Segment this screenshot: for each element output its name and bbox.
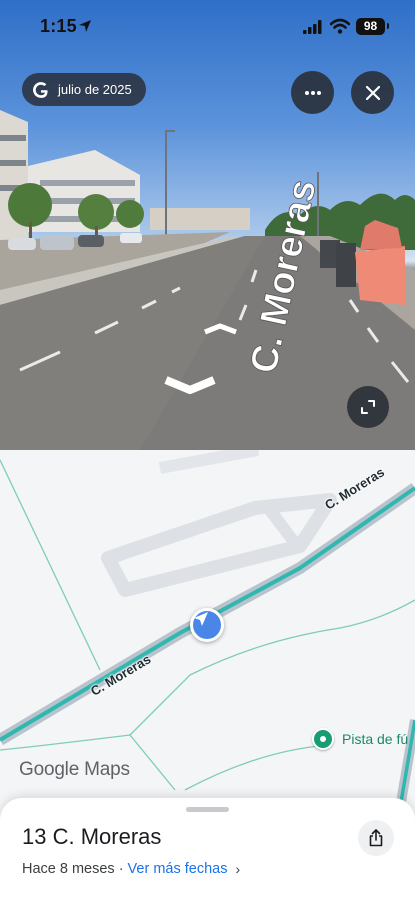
poi-marker[interactable]: Pista de fú [312,728,408,750]
navigation-arrow-icon [194,612,208,626]
more-icon [304,90,321,95]
svg-text:C. Moreras: C. Moreras [243,176,325,377]
imagery-age: Hace 8 meses [22,861,115,877]
place-title: 13 C. Moreras [22,824,162,849]
expand-icon [361,400,375,414]
street-view-panorama[interactable]: C. Moreras [0,0,415,450]
share-icon [369,829,383,847]
battery-indicator: 98 [356,18,389,35]
chevron-right-icon[interactable]: › [235,861,240,877]
brand-maps: Maps [84,759,130,780]
more-options-button[interactable] [291,71,334,114]
road-marking-text: C. Moreras [242,176,325,378]
wifi-icon [330,18,350,34]
google-maps-logo: Google Maps [19,759,130,781]
imagery-date-label: julio de 2025 [58,82,132,97]
close-icon [365,85,380,100]
fullscreen-button[interactable] [347,386,389,428]
brand-google: Google [19,759,80,780]
map-view[interactable]: C. Moreras C. Moreras Pista de fú Google… [0,450,415,820]
imagery-date-chip[interactable]: julio de 2025 [22,73,146,106]
meta-separator: · [118,861,124,877]
signal-icon [303,20,322,34]
sheet-drag-handle[interactable] [186,807,229,812]
imagery-meta: Hace 8 meses · Ver más fechas › [22,861,240,877]
poi-pin-icon [312,728,334,750]
status-bar: 1:15 98 [0,0,415,54]
more-dates-link[interactable]: Ver más fechas [128,861,228,877]
share-button[interactable] [358,820,394,856]
poi-name: Pista de fú [342,731,409,747]
close-button[interactable] [351,71,394,114]
google-g-icon [32,81,50,99]
pegman-position-marker[interactable] [190,608,224,642]
status-time: 1:15 [40,16,77,36]
location-arrow-icon [79,20,91,32]
place-bottom-sheet[interactable]: 13 C. Moreras Hace 8 meses · Ver más fec… [0,798,415,900]
